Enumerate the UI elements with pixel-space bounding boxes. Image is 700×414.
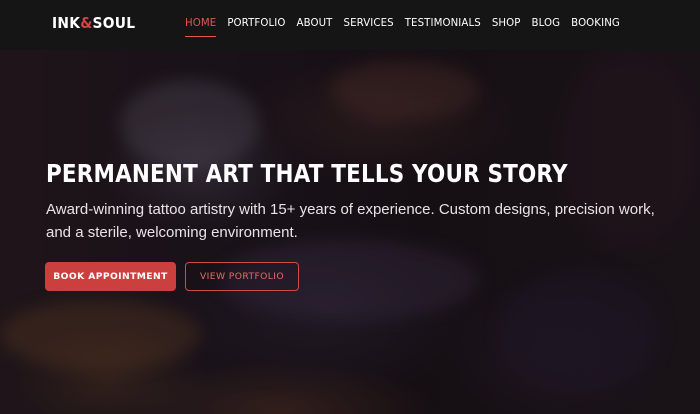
logo-text-ink: INK [52,14,81,32]
main-navigation: HOME PORTFOLIO ABOUT SERVICES TESTIMONIA… [185,18,631,37]
nav-item-testimonials[interactable]: TESTIMONIALS [405,18,481,37]
logo-text-soul: SOUL [92,14,136,32]
hero-title: PERMANENT ART THAT TELLS YOUR STORY [46,159,568,188]
nav-item-blog[interactable]: BLOG [532,18,561,37]
logo-ampersand: & [80,14,93,32]
hero-description: Award-winning tattoo artistry with 15+ y… [46,201,655,241]
brand-logo[interactable]: INK&SOUL [52,14,135,32]
nav-item-about[interactable]: ABOUT [297,18,333,37]
nav-item-portfolio[interactable]: PORTFOLIO [227,18,285,37]
nav-item-shop[interactable]: SHOP [492,18,521,37]
site-header: INK&SOUL HOME PORTFOLIO ABOUT SERVICES T… [0,0,700,50]
nav-item-home[interactable]: HOME [185,18,217,37]
view-portfolio-button[interactable]: VIEW PORTFOLIO [185,262,299,291]
nav-item-booking[interactable]: BOOKING [571,18,620,37]
book-appointment-button[interactable]: BOOK APPOINTMENT [45,262,176,291]
nav-item-services[interactable]: SERVICES [344,18,394,37]
